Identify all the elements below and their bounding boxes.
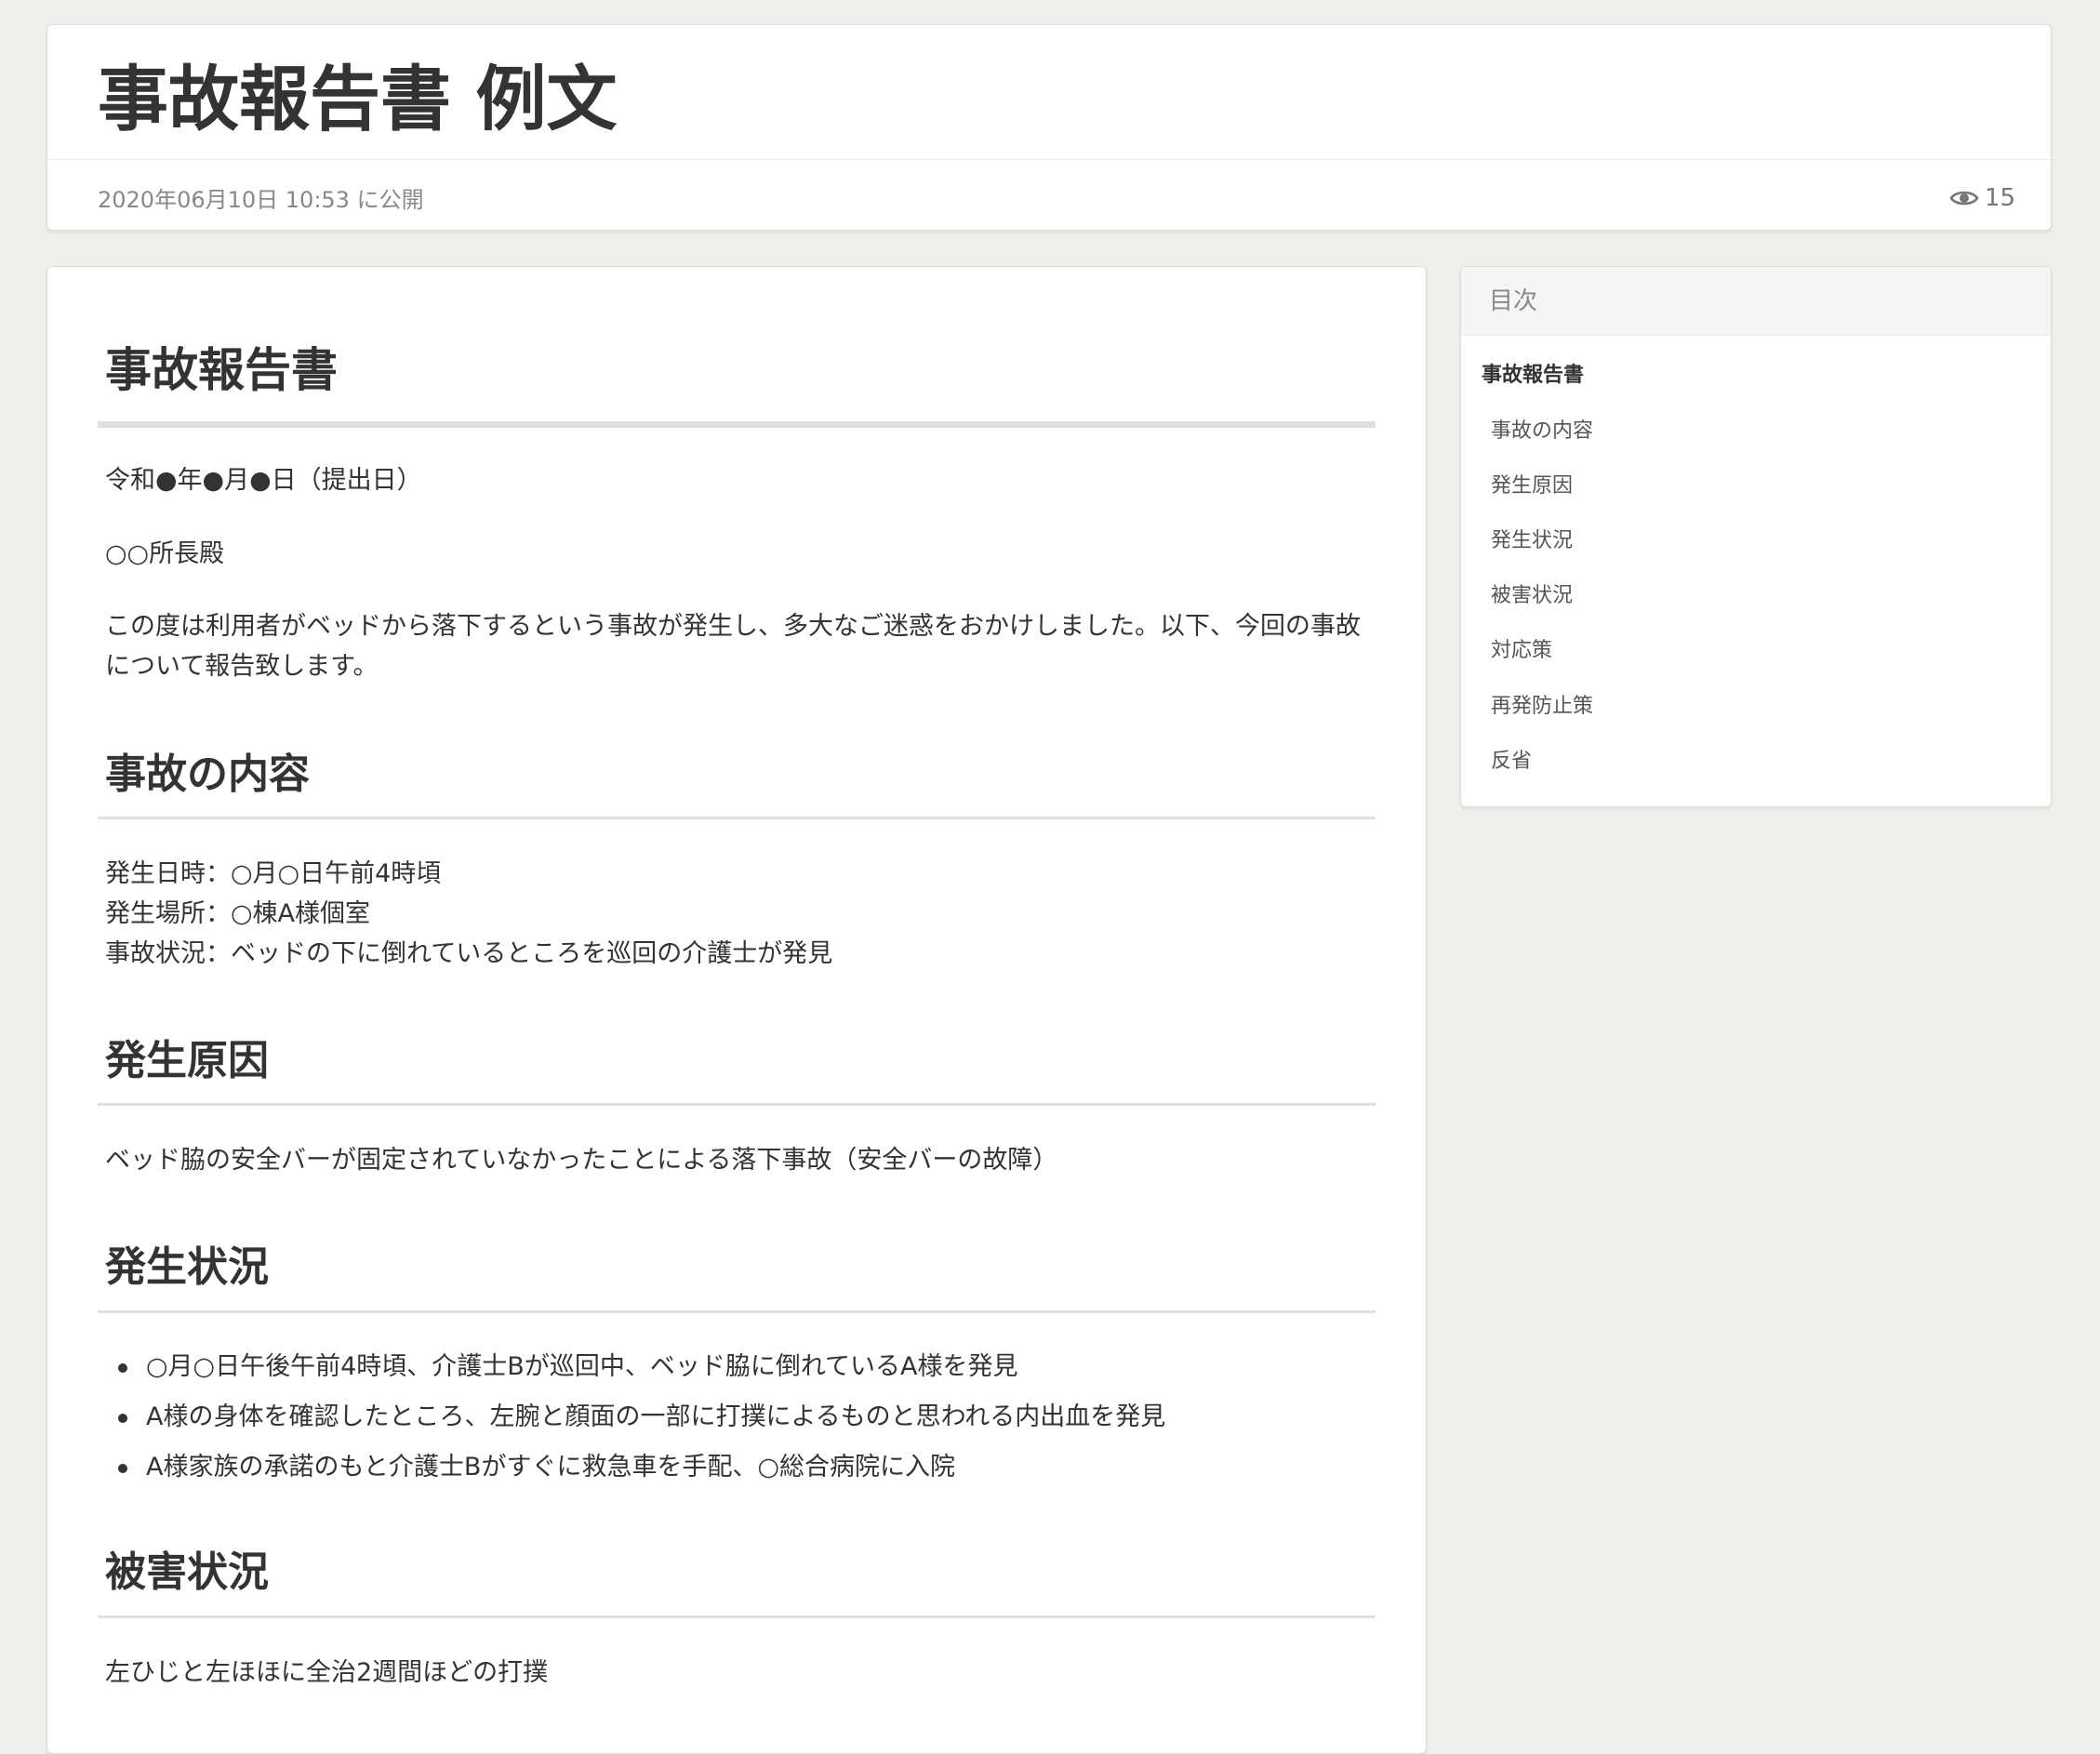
list-item: A様の身体を確認したところ、左腕と顔面の一部に打撲によるものと思われる内出血を発… (105, 1392, 1165, 1442)
toc-item[interactable]: 対応策 (1491, 635, 1552, 667)
section-heading: 発生状況 (105, 1243, 269, 1291)
toc-item[interactable]: 発生原因 (1491, 471, 1573, 502)
addressee-line: ○○所長殿 (105, 539, 225, 568)
article-heading: 事故報告書 (105, 343, 338, 397)
toc-item[interactable]: 再発防止策 (1491, 691, 1593, 723)
list-item: A様家族の承諾のもと介護士Bがすぐに救急車を手配、○総合病院に入院 (105, 1442, 1165, 1493)
view-count-value: 15 (1984, 184, 2015, 212)
section-line: ベッド脇の安全バーが固定されていなかったことによる落下事故（安全バーの故障） (105, 1146, 1058, 1175)
header-divider (47, 159, 2051, 160)
section-line: 事故状況：ベッドの下に倒れているところを巡回の介護士が発見 (105, 939, 833, 968)
toc-item[interactable]: 事故の内容 (1491, 416, 1593, 447)
view-count: 15 (1949, 181, 2015, 215)
intro-paragraph: この度は利用者がベッドから落下するという事故が発生し、多大なご迷惑をおかけしまし… (105, 612, 1361, 681)
toc-header: 目次 (1461, 267, 2051, 336)
list-item-text: A様の身体を確認したところ、左腕と顔面の一部に打撲によるものと思われる内出血を発… (146, 1402, 1166, 1431)
section-underline (98, 1615, 1376, 1618)
toc-item-top[interactable]: 事故報告書 (1482, 360, 1584, 392)
table-of-contents: 目次 事故報告書 事故の内容 発生原因 発生状況 被害状況 対応策 再発防止策 … (1460, 266, 2052, 807)
bullet (118, 1464, 127, 1473)
published-date: 2020年06月10日 10:53 に公開 (98, 187, 424, 213)
section-underline (98, 817, 1376, 819)
list-item: ○月○日午後午前4時頃、介護士Bが巡回中、ベッド脇に倒れているA様を発見 (105, 1342, 1165, 1392)
toc-item[interactable]: 被害状況 (1491, 580, 1573, 612)
heading-underline (98, 421, 1376, 428)
toc-item[interactable]: 発生状況 (1491, 525, 1573, 557)
section-line: 発生場所：○棟A様個室 (105, 899, 371, 928)
eye-icon (1949, 191, 1979, 206)
section-underline (98, 1103, 1376, 1106)
article-header-card: 事故報告書 例文 2020年06月10日 10:53 に公開 15 (47, 24, 2052, 231)
toc-title: 目次 (1489, 287, 1538, 315)
list-item-text: A様家族の承諾のもと介護士Bがすぐに救急車を手配、○総合病院に入院 (146, 1453, 956, 1482)
toc-item[interactable]: 反省 (1491, 746, 1532, 777)
bullet (118, 1363, 127, 1373)
section-heading: 発生原因 (105, 1037, 269, 1084)
date-line: 令和●年●月●日（提出日） (105, 466, 422, 495)
section-heading: 被害状況 (105, 1548, 269, 1596)
section-line: 左ひじと左ほほに全治2週間ほどの打撲 (105, 1658, 549, 1687)
page-title: 事故報告書 例文 (98, 58, 618, 140)
section-heading: 事故の内容 (105, 751, 310, 798)
article-body-card: 事故報告書 令和●年●月●日（提出日） ○○所長殿 この度は利用者がベッドから落… (47, 266, 1427, 1754)
bullet (118, 1414, 127, 1423)
section-underline (98, 1310, 1376, 1313)
section-line: 発生日時：○月○日午前4時頃 (105, 859, 442, 888)
status-list: ○月○日午後午前4時頃、介護士Bが巡回中、ベッド脇に倒れているA様を発見 A様の… (105, 1342, 1165, 1493)
list-item-text: ○月○日午後午前4時頃、介護士Bが巡回中、ベッド脇に倒れているA様を発見 (146, 1352, 1018, 1381)
